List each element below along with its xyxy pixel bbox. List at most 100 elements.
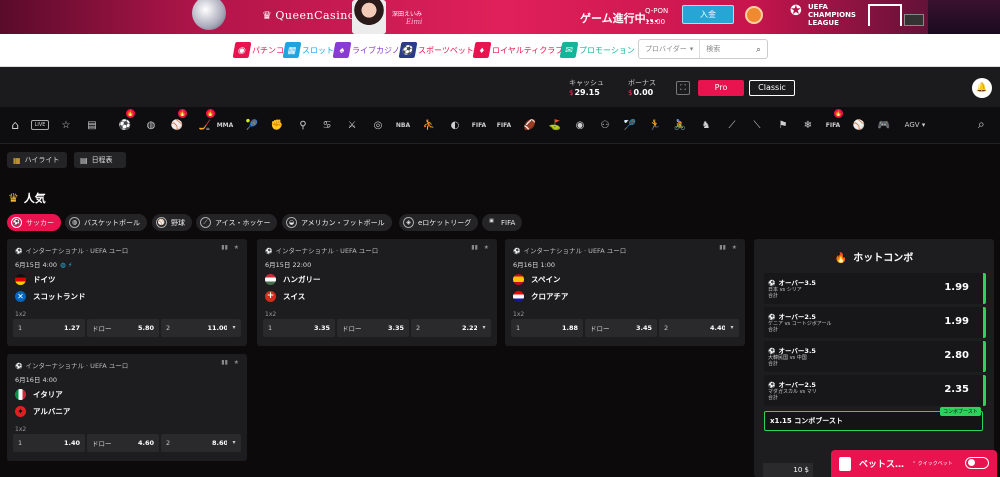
tab-highlight[interactable]: ▦ ハイライト — [7, 152, 67, 168]
stats-star-icons[interactable]: ▮▮ ★ — [719, 244, 737, 251]
athletics-icon[interactable]: 🏃 — [647, 117, 663, 133]
promo-banner[interactable]: QueenCasino 深田えいみ Eimi ゲーム進行中... Q-PON 1… — [0, 0, 1000, 34]
rugby-icon[interactable]: ◎ — [370, 117, 386, 133]
pro-view-button[interactable]: Pro — [698, 80, 744, 96]
chip-baseball[interactable]: ⚾ 野球 — [152, 214, 192, 231]
hockey-stick-icon[interactable]: ⟋ — [724, 117, 740, 133]
chevron-down-icon[interactable]: ▾ — [227, 319, 241, 337]
winter-sports-icon[interactable]: ❄ — [800, 117, 816, 133]
classic-view-button[interactable]: Classic — [749, 80, 795, 96]
odd-home-button[interactable]: 1 1.88 — [511, 319, 583, 337]
nav-sportsbet[interactable]: ⚽ スポーツベット — [398, 40, 474, 60]
chip-american-football[interactable]: ◒ アメリカン・フットボール — [282, 214, 392, 231]
nav-pachinko[interactable]: ◉ パチンコ — [232, 40, 284, 60]
sports-search-icon[interactable]: ⌕ — [978, 117, 985, 132]
odd-away-button[interactable]: 2 2.22 — [411, 319, 483, 337]
handball-icon[interactable]: ⛹ — [421, 117, 437, 133]
loyalty-club-icon: ♦ — [472, 42, 492, 58]
basketball-icon[interactable]: ◍ — [143, 117, 159, 133]
esports-icon[interactable]: 🎮 — [876, 117, 892, 133]
odd-draw-button[interactable]: ドロー 3.35 — [337, 319, 409, 337]
ice-hockey-icon[interactable]: 🏒 — [197, 109, 215, 133]
match-card[interactable]: インターナショナル · UEFA ユーロ ▮▮ ★ 6月16日 1:00 スペイ… — [505, 239, 745, 346]
soccer-icon[interactable]: ⚽ — [117, 109, 135, 133]
odd-home-button[interactable]: 1 1.40 — [13, 434, 85, 452]
golf-icon[interactable]: ⛳ — [547, 117, 563, 133]
combo-item[interactable]: オーバー3.5 日本 vs シリア合計 1.99 — [764, 273, 986, 304]
chevron-down-icon[interactable]: ▾ — [227, 434, 241, 452]
betslip-icon — [839, 456, 851, 471]
rewards-ball-icon[interactable] — [745, 6, 763, 24]
odd-home-button[interactable]: 1 3.35 — [263, 319, 335, 337]
nba2k-icon[interactable]: NBA — [395, 117, 411, 133]
stats-star-icons[interactable]: ▮▮ ★ — [221, 359, 239, 366]
odd-draw-button[interactable]: ドロー 4.60 — [87, 434, 159, 452]
futsal-icon[interactable]: ◐ — [447, 117, 463, 133]
fifa-volta-icon[interactable]: FIFA — [471, 117, 487, 133]
bowling-icon[interactable]: ⚾ — [851, 117, 867, 133]
quick-bet-toggle[interactable] — [965, 457, 989, 469]
nav-promotion[interactable]: ✉ プロモーション — [559, 40, 635, 60]
baseball-icon[interactable]: ⚾ — [169, 109, 187, 133]
stake-input[interactable]: 10 $ — [763, 463, 813, 477]
volleyball-icon[interactable]: ♋ — [319, 117, 335, 133]
mma-icon[interactable]: MMA — [217, 117, 234, 133]
queen-casino-logo[interactable]: QueenCasino — [262, 9, 355, 22]
combo-item[interactable]: オーバー2.5 ケニア vs コートジボアール合計 1.99 — [764, 307, 986, 338]
fifa-pro-icon[interactable]: FIFA — [496, 117, 512, 133]
match-card[interactable]: インターナショナル · UEFA ユーロ ▮▮ ★ 6月16日 4:00 イタリ… — [7, 354, 247, 461]
deposit-button[interactable]: 入金 — [682, 5, 734, 24]
combo-item[interactable]: オーバー2.5 マダガスカル vs マリ合計 2.35 — [764, 375, 986, 406]
combo-odds: 1.99 — [944, 282, 969, 293]
lacrosse-icon[interactable]: ⚑ — [775, 117, 791, 133]
stats-star-icons[interactable]: ▮▮ ★ — [471, 244, 489, 251]
chip-ice-hockey[interactable]: ⟋ アイス・ホッケー — [196, 214, 278, 231]
pool-cue-icon[interactable]: ⟍ — [749, 117, 765, 133]
nav-live-casino[interactable]: ♠ ライブカジノ — [332, 40, 400, 60]
odd-home-button[interactable]: 1 1.27 — [13, 319, 85, 337]
betslip-button[interactable]: ベットス… ⌃ クイックベット — [831, 450, 997, 477]
tennis-icon[interactable]: 🎾 — [244, 117, 260, 133]
cycling-icon[interactable]: 🚴 — [672, 117, 688, 133]
nav-slot[interactable]: ▦ スロット — [282, 40, 334, 60]
match-card[interactable]: インターナショナル · UEFA ユーロ ▮▮ ★ 6月15日 4:00◍ ⚡ … — [7, 239, 247, 346]
odd-away-button[interactable]: 2 11.00 — [161, 319, 233, 337]
stats-star-icons[interactable]: ▮▮ ★ — [221, 244, 239, 251]
live-icon[interactable]: LIVE — [31, 120, 49, 130]
cricket-icon[interactable]: ⚔ — [344, 117, 360, 133]
chevron-down-icon[interactable]: ▾ — [725, 319, 739, 337]
odd-draw-button[interactable]: ドロー 5.80 — [87, 319, 159, 337]
odd-away-button[interactable]: 2 4.40 — [659, 319, 731, 337]
search-input[interactable]: 検索 — [700, 44, 756, 54]
odd-draw-button[interactable]: ドロー 3.45 — [585, 319, 657, 337]
live-stream-icon[interactable]: ◍ ⚡ — [60, 261, 72, 269]
american-football-icon[interactable]: 🏈 — [522, 117, 538, 133]
nav-loyalty-club[interactable]: ♦ ロイヤルティクラブ — [472, 40, 563, 60]
table-tennis-icon[interactable]: ⚲ — [295, 117, 311, 133]
chip-e-rocket-league[interactable]: ◈ eロケットリーグ — [399, 214, 479, 231]
provider-dropdown[interactable]: プロバイダー — [639, 40, 701, 58]
snooker-icon[interactable]: ⚇ — [597, 117, 613, 133]
search-icon[interactable]: ⌕ — [756, 44, 761, 55]
hot-combo-panel: 🔥ホットコンボ オーバー3.5 日本 vs シリア合計 1.99 オーバー2.5… — [754, 239, 994, 477]
fullscreen-icon[interactable]: ⛶ — [676, 81, 690, 95]
tab-schedule[interactable]: ▤ 日程表 — [74, 152, 126, 168]
chip-soccer[interactable]: ⚽ サッカー — [7, 214, 61, 231]
combo-item[interactable]: オーバー3.5 大韓民国 vs 中国合計 2.80 — [764, 341, 986, 372]
odd-away-button[interactable]: 2 8.60 — [161, 434, 233, 452]
chevron-down-icon[interactable]: ▾ — [477, 319, 491, 337]
darts-icon[interactable]: ◉ — [572, 117, 588, 133]
home-icon[interactable]: ⌂ — [7, 117, 23, 133]
fifa-icon[interactable]: FIFA — [825, 109, 843, 133]
badminton-icon[interactable]: 🏸 — [622, 117, 638, 133]
match-card[interactable]: インターナショナル · UEFA ユーロ ▮▮ ★ 6月15日 22:00 ハン… — [257, 239, 497, 346]
betslip-history-icon[interactable]: ▤ — [84, 117, 100, 133]
notification-bell-icon[interactable]: 🔔 — [972, 78, 992, 98]
more-sports-dropdown[interactable]: AGV ▾ — [900, 117, 930, 133]
chip-fifa[interactable]: ▣ FIFA — [482, 214, 523, 231]
boxing-icon[interactable]: ✊ — [269, 117, 285, 133]
horse-racing-icon[interactable]: ♞ — [698, 117, 714, 133]
chip-basketball[interactable]: ◍ バスケットボール — [65, 214, 147, 231]
favorites-star-icon[interactable]: ☆ — [58, 117, 74, 133]
team-home: スペイン — [513, 273, 560, 285]
